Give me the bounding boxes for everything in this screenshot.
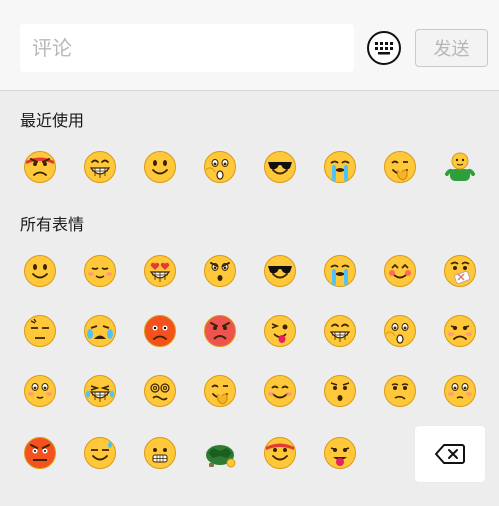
scared-emoji[interactable] xyxy=(383,314,417,348)
sweat-smile-emoji[interactable] xyxy=(83,436,117,470)
cool-sunglasses-emoji[interactable] xyxy=(263,254,297,288)
headband-emoji[interactable] xyxy=(263,436,297,470)
send-button[interactable]: 发送 xyxy=(415,29,488,67)
keyboard-icon xyxy=(375,42,393,55)
red-angry-emoji[interactable] xyxy=(143,314,177,348)
facepalm-emoji[interactable] xyxy=(203,374,237,408)
sob-emoji[interactable] xyxy=(83,314,117,348)
all-section-title: 所有表情 xyxy=(20,215,85,234)
recent-emoji-row xyxy=(0,150,499,200)
grin-emoji[interactable] xyxy=(83,150,117,184)
tongue-emoji[interactable] xyxy=(323,436,357,470)
dizzy-emoji[interactable] xyxy=(143,374,177,408)
emoji-row xyxy=(0,374,499,424)
emoji-row xyxy=(0,314,499,364)
smile-emoji[interactable] xyxy=(23,254,57,288)
pitiful-emoji[interactable] xyxy=(443,374,477,408)
teeth-emoji[interactable] xyxy=(143,436,177,470)
surprised-emoji[interactable] xyxy=(323,374,357,408)
recent-section-title: 最近使用 xyxy=(20,111,85,130)
blush-emoji[interactable] xyxy=(83,254,117,288)
shocked-emoji[interactable] xyxy=(203,254,237,288)
turtle-emoji[interactable] xyxy=(203,436,237,470)
sick-emoji[interactable] xyxy=(443,254,477,288)
facepalm-emoji[interactable] xyxy=(383,150,417,184)
angry-headband-emoji[interactable] xyxy=(23,150,57,184)
backspace-icon xyxy=(435,444,465,464)
laugh-cry-emoji[interactable] xyxy=(83,374,117,408)
comment-bar: 发送 xyxy=(0,0,499,91)
smile-emoji[interactable] xyxy=(143,150,177,184)
worried-emoji[interactable] xyxy=(383,374,417,408)
comment-input[interactable] xyxy=(20,24,354,72)
crying-emoji[interactable] xyxy=(323,254,357,288)
furious-emoji[interactable] xyxy=(203,314,237,348)
crying-emoji[interactable] xyxy=(323,150,357,184)
wink-tongue-emoji[interactable] xyxy=(263,314,297,348)
emoji-row xyxy=(0,254,499,304)
cool-sunglasses-emoji[interactable] xyxy=(263,150,297,184)
heart-eyes-emoji[interactable] xyxy=(143,254,177,288)
angry-emoji[interactable] xyxy=(23,436,57,470)
keyboard-toggle-button[interactable] xyxy=(367,31,401,65)
green-figure-emoji[interactable] xyxy=(443,150,477,184)
shy-emoji[interactable] xyxy=(23,374,57,408)
grin-emoji[interactable] xyxy=(323,314,357,348)
happy-emoji[interactable] xyxy=(263,374,297,408)
sad-emoji[interactable] xyxy=(443,314,477,348)
delete-button[interactable] xyxy=(415,426,485,482)
scared-emoji[interactable] xyxy=(203,150,237,184)
annoyed-emoji[interactable] xyxy=(23,314,57,348)
star-eyes-emoji[interactable] xyxy=(383,254,417,288)
